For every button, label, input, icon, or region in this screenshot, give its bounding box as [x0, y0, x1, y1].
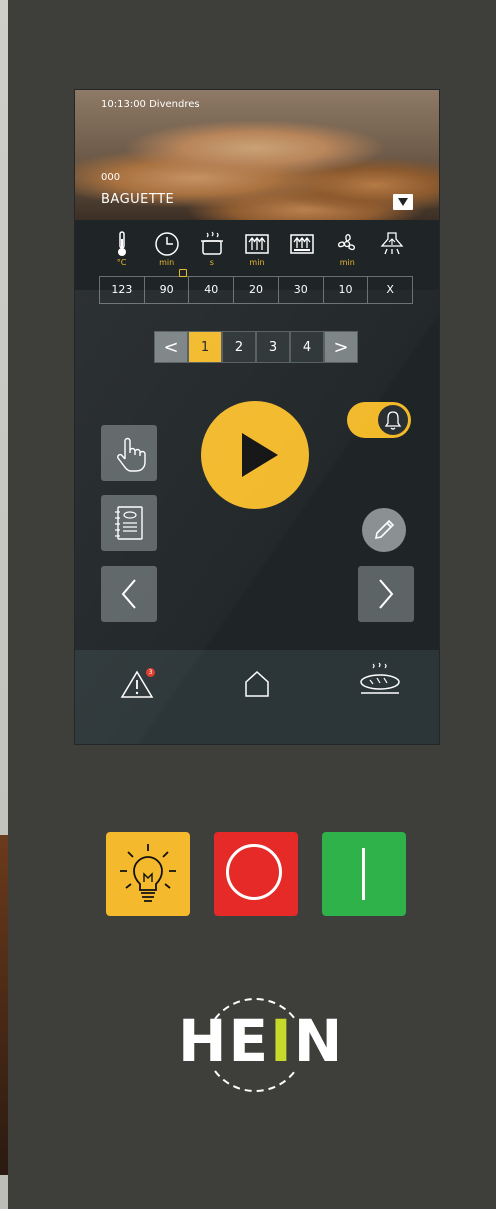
logo-text-post: N: [293, 1007, 345, 1075]
steam-pot-icon: [200, 231, 223, 255]
param-temperature[interactable]: °C: [99, 230, 144, 274]
home-icon: [245, 670, 269, 697]
logo-text-accent: I: [270, 1007, 294, 1075]
nav-home-button[interactable]: [240, 666, 274, 700]
bottom-nav-bar: 3: [75, 650, 439, 744]
light-button[interactable]: [106, 832, 190, 916]
time-value-text: 90: [159, 283, 174, 296]
start-button[interactable]: [322, 832, 406, 916]
time-value[interactable]: 90: [143, 269, 189, 303]
param-unit: s: [209, 258, 214, 267]
thermometer-icon: [117, 231, 126, 256]
fan-value[interactable]: 10: [322, 277, 368, 303]
program-image: 10:13:00 Divendres 000 BAGUETTE: [75, 90, 439, 220]
phase-step-3[interactable]: 3: [256, 331, 290, 363]
logo-wordmark: HEIN: [178, 1007, 344, 1075]
nav-alerts-button[interactable]: 3: [119, 666, 155, 700]
edit-button[interactable]: [362, 508, 406, 552]
parameter-value-row: 123 90 40 20 30 10 X: [99, 269, 413, 304]
parameter-panel: °C min s min min 123 90 40 20 30 10 X: [99, 230, 415, 304]
param-unit: min: [159, 258, 175, 267]
hand-pointer-icon: [117, 437, 146, 472]
param-fan[interactable]: min: [325, 230, 370, 274]
steam-value[interactable]: 40: [188, 277, 233, 303]
chevron-left-icon: [121, 579, 136, 609]
next-button[interactable]: [358, 566, 414, 622]
damper-icon: [290, 234, 314, 254]
phase-step-4[interactable]: 4: [290, 331, 324, 363]
previous-button[interactable]: [101, 566, 157, 622]
chevron-right-icon: [379, 579, 394, 609]
recipe-book-button[interactable]: [101, 495, 157, 551]
touch-screen: 10:13:00 Divendres 000 BAGUETTE °C min s…: [75, 90, 439, 744]
hood-icon: [381, 232, 404, 255]
hood-value[interactable]: X: [367, 277, 412, 303]
phase-next-button[interactable]: >: [324, 331, 358, 363]
param-unit: min: [339, 258, 355, 267]
light-bulb-icon: [120, 844, 176, 902]
left-edge-photo-strip: [0, 835, 8, 1175]
clock-icon: [154, 232, 179, 256]
param-damper[interactable]: [280, 230, 325, 274]
param-time[interactable]: min: [144, 230, 189, 274]
power-on-icon: [362, 848, 365, 900]
parameter-icon-row: °C min s min min: [99, 230, 415, 274]
fan-icon: [338, 234, 356, 251]
program-dropdown-button[interactable]: [393, 194, 413, 210]
nav-oven-button[interactable]: [357, 660, 403, 700]
param-unit: min: [249, 258, 265, 267]
param-unit: °C: [116, 258, 127, 267]
param-steam[interactable]: s: [189, 230, 234, 274]
param-hood[interactable]: [370, 230, 415, 274]
program-code: 000: [101, 172, 121, 183]
temperature-value[interactable]: 123: [100, 277, 144, 303]
time-marker-icon: [179, 269, 188, 277]
bell-icon: [384, 411, 402, 430]
alarm-toggle[interactable]: [347, 402, 411, 438]
param-damper-open[interactable]: min: [234, 230, 279, 274]
bread-oven-icon: [360, 662, 400, 694]
program-name[interactable]: BAGUETTE: [101, 192, 174, 207]
phase-step-2[interactable]: 2: [222, 331, 256, 363]
start-play-button[interactable]: [201, 401, 309, 509]
pencil-icon: [374, 519, 395, 540]
damper-value[interactable]: 30: [277, 277, 323, 303]
phase-step-1[interactable]: 1: [188, 331, 222, 363]
manual-mode-button[interactable]: [101, 425, 157, 481]
recipe-book-icon: [115, 506, 143, 540]
damper-open-value[interactable]: 20: [233, 277, 278, 303]
clock-datetime: 10:13:00 Divendres: [101, 99, 200, 110]
stop-button[interactable]: [214, 832, 298, 916]
toggle-knob: [378, 405, 408, 435]
hein-logo: HEIN: [170, 985, 342, 1105]
phase-prev-button[interactable]: <: [154, 331, 188, 363]
alert-count-badge: 3: [146, 668, 155, 677]
power-off-icon: [226, 844, 282, 900]
phase-stepper: < 1 2 3 4 >: [154, 331, 358, 363]
damper-up-icon: [245, 234, 269, 254]
logo-text-pre: HE: [178, 1007, 271, 1075]
